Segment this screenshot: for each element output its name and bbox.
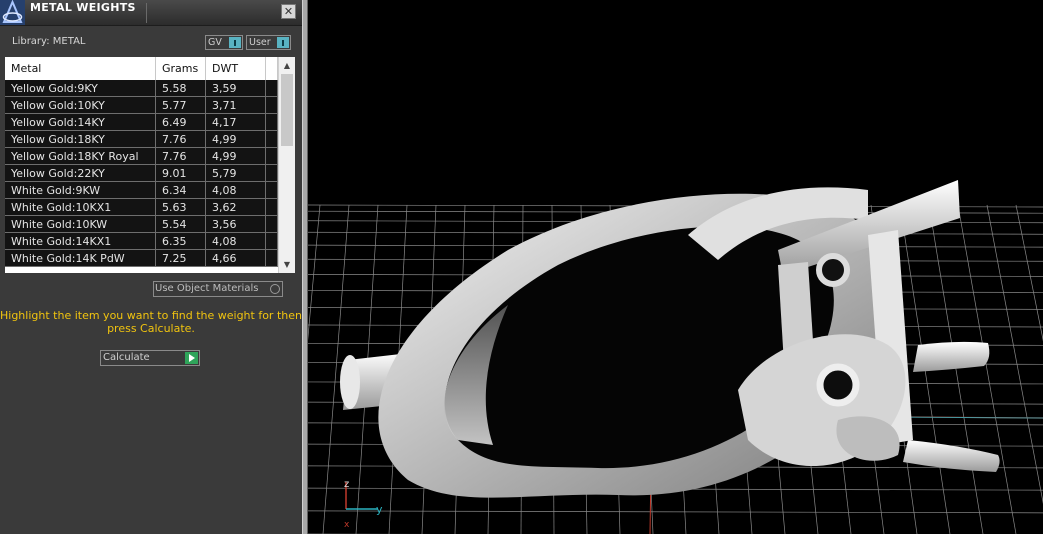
use-object-materials-option[interactable]: Use Object Materials <box>153 281 283 297</box>
table-row[interactable]: White Gold:9KW 6.34 4,08 <box>5 182 278 199</box>
grams-cell: 5.54 <box>156 216 206 232</box>
extra-cell <box>266 80 278 96</box>
table-scrollbar[interactable]: ▲ ▼ <box>278 57 295 273</box>
table-row[interactable]: White Gold:14K PdW 7.25 4,66 <box>5 250 278 267</box>
dwt-cell: 4,08 <box>206 182 266 198</box>
toggle-switch-icon <box>229 37 241 48</box>
extra-cell <box>266 148 278 164</box>
column-header-dwt[interactable]: DWT <box>206 57 266 80</box>
table-row[interactable]: Yellow Gold:14KY 6.49 4,17 <box>5 114 278 131</box>
dwt-cell: 4,17 <box>206 114 266 130</box>
scroll-down-arrow-icon[interactable]: ▼ <box>279 258 295 272</box>
panel-title: METAL WEIGHTS <box>30 1 136 14</box>
grams-cell: 7.25 <box>156 250 206 266</box>
dwt-cell: 4,08 <box>206 233 266 249</box>
grid-line <box>1015 204 1043 342</box>
gv-toggle-label: GV <box>208 37 222 48</box>
metal-name-cell: Yellow Gold:18KY Royal <box>5 148 156 164</box>
dwt-cell: 3,62 <box>206 199 266 215</box>
extra-cell <box>266 114 278 130</box>
radio-icon <box>270 284 280 294</box>
grid-line <box>957 204 1017 534</box>
grid-line <box>986 204 1043 505</box>
grams-cell: 6.49 <box>156 114 206 130</box>
calculate-label: Calculate <box>103 352 150 363</box>
table-row[interactable]: Yellow Gold:22KY 9.01 5,79 <box>5 165 278 182</box>
metal-name-cell: White Gold:14K PdW <box>5 250 156 266</box>
metal-table: Metal Grams DWT Yellow Gold:9KY 5.58 3,59 Y… <box>5 57 295 273</box>
extra-cell <box>266 165 278 181</box>
extra-cell <box>266 216 278 232</box>
z-axis-label: z <box>344 479 349 490</box>
table-body: Yellow Gold:9KY 5.58 3,59 Yellow Gold:10KY 5… <box>5 80 278 267</box>
dwt-cell: 5,79 <box>206 165 266 181</box>
close-icon: ✕ <box>283 5 294 18</box>
library-label: Library: METAL <box>12 36 86 47</box>
grams-cell: 6.34 <box>156 182 206 198</box>
dwt-cell: 3,71 <box>206 97 266 113</box>
metal-name-cell: Yellow Gold:10KY <box>5 97 156 113</box>
table-row[interactable]: White Gold:10KX1 5.63 3,62 <box>5 199 278 216</box>
grid-line <box>308 510 1043 514</box>
extra-cell <box>266 250 278 266</box>
column-header-extra <box>266 57 278 80</box>
dwt-cell: 3,56 <box>206 216 266 232</box>
grams-cell: 5.77 <box>156 97 206 113</box>
metal-name-cell: White Gold:10KX1 <box>5 199 156 215</box>
metal-name-cell: Yellow Gold:22KY <box>5 165 156 181</box>
toggle-switch-icon <box>277 37 289 48</box>
metal-name-cell: White Gold:9KW <box>5 182 156 198</box>
ring-model <box>340 180 1000 498</box>
use-object-materials-label: Use Object Materials <box>155 283 259 294</box>
grams-cell: 9.01 <box>156 165 206 181</box>
close-button[interactable]: ✕ <box>281 4 296 19</box>
dwt-cell: 4,99 <box>206 148 266 164</box>
table-row[interactable]: Yellow Gold:18KY 7.76 4,99 <box>5 131 278 148</box>
table-row[interactable]: Yellow Gold:9KY 5.58 3,59 <box>5 80 278 97</box>
x-axis-label: x <box>344 520 350 530</box>
grams-cell: 5.58 <box>156 80 206 96</box>
instruction-text: Highlight the item you want to find the … <box>0 309 302 335</box>
dwt-cell: 4,99 <box>206 131 266 147</box>
grams-cell: 7.76 <box>156 131 206 147</box>
panel-titlebar: METAL WEIGHTS ✕ <box>0 0 302 26</box>
scroll-up-arrow-icon[interactable]: ▲ <box>279 59 295 73</box>
app-logo-icon <box>0 0 25 25</box>
user-toggle[interactable]: User <box>246 35 291 50</box>
metal-name-cell: White Gold:14KX1 <box>5 233 156 249</box>
extra-cell <box>266 97 278 113</box>
dwt-cell: 3,59 <box>206 80 266 96</box>
extra-cell <box>266 233 278 249</box>
extra-cell <box>266 131 278 147</box>
gv-toggle[interactable]: GV <box>205 35 243 50</box>
dwt-cell: 4,66 <box>206 250 266 266</box>
titlebar-separator <box>146 3 147 23</box>
grams-cell: 7.76 <box>156 148 206 164</box>
extra-cell <box>266 182 278 198</box>
grid-line <box>308 204 321 341</box>
table-row[interactable]: Yellow Gold:10KY 5.77 3,71 <box>5 97 278 114</box>
scroll-thumb[interactable] <box>281 74 293 146</box>
column-header-metal[interactable]: Metal <box>5 57 156 80</box>
metal-name-cell: White Gold:10KW <box>5 216 156 232</box>
y-axis-label: y <box>376 503 383 516</box>
table-row[interactable]: Yellow Gold:18KY Royal 7.76 4,99 <box>5 148 278 165</box>
3d-viewport[interactable]: z y x <box>308 0 1043 534</box>
metal-name-cell: Yellow Gold:9KY <box>5 80 156 96</box>
play-arrow-icon <box>185 352 198 364</box>
viewport-scene: z y x <box>308 180 1043 534</box>
table-row[interactable]: White Gold:10KW 5.54 3,56 <box>5 216 278 233</box>
column-header-grams[interactable]: Grams <box>156 57 206 80</box>
user-toggle-label: User <box>249 37 271 48</box>
table-header: Metal Grams DWT <box>5 57 278 80</box>
grams-cell: 5.63 <box>156 199 206 215</box>
table-row[interactable]: White Gold:14KX1 6.35 4,08 <box>5 233 278 250</box>
extra-cell <box>266 199 278 215</box>
metal-name-cell: Yellow Gold:14KY <box>5 114 156 130</box>
metal-name-cell: Yellow Gold:18KY <box>5 131 156 147</box>
grams-cell: 6.35 <box>156 233 206 249</box>
metal-weights-panel: METAL WEIGHTS ✕ Library: METAL GV User M… <box>0 0 302 534</box>
axis-gizmo: z y x <box>344 479 383 530</box>
calculate-button[interactable]: Calculate <box>100 350 200 366</box>
